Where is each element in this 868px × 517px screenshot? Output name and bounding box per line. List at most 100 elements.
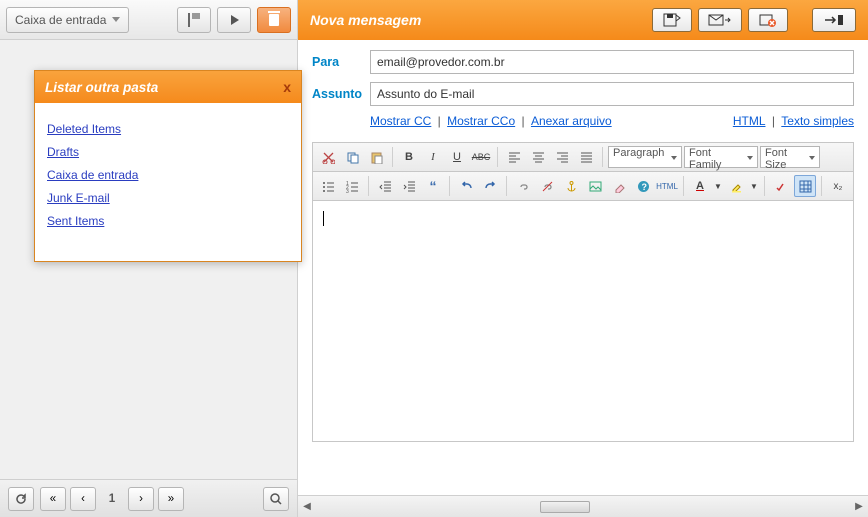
paste-button[interactable] [365, 146, 387, 168]
prev-page-button[interactable]: ‹ [70, 487, 96, 511]
scroll-thumb[interactable] [540, 501, 590, 513]
align-center-button[interactable] [527, 146, 549, 168]
forward-icon [231, 15, 239, 25]
horizontal-scrollbar[interactable]: ◀ ▶ [298, 495, 868, 517]
help-button[interactable]: ? [632, 175, 654, 197]
left-toolbar: Caixa de entrada [0, 0, 297, 40]
folder-link-junk[interactable]: Junk E-mail [47, 191, 289, 205]
strike-button[interactable]: ABC [470, 146, 492, 168]
outdent-icon [379, 180, 392, 193]
editor: B I U ABC Paragraph Font Family Font Siz… [312, 142, 854, 442]
numbered-list-button[interactable]: 123 [341, 175, 363, 197]
collapse-icon [823, 13, 845, 27]
attach-file-link[interactable]: Anexar arquivo [531, 114, 612, 128]
scroll-track[interactable] [316, 498, 850, 516]
forward-button[interactable] [217, 7, 251, 33]
bullet-list-button[interactable] [317, 175, 339, 197]
subscript-icon: x₂ [834, 181, 843, 192]
subscript-button[interactable]: x₂ [827, 175, 849, 197]
align-right-icon [556, 151, 569, 164]
delete-button[interactable] [257, 7, 291, 33]
highlight-dropdown[interactable]: ▼ [749, 175, 759, 197]
folder-select-dropdown[interactable]: Caixa de entrada [6, 7, 129, 33]
outdent-button[interactable] [374, 175, 396, 197]
message-body-editor[interactable] [313, 201, 853, 441]
flag-button[interactable] [177, 7, 211, 33]
spell-icon [775, 180, 788, 193]
cut-icon [322, 151, 335, 164]
align-center-icon [532, 151, 545, 164]
to-input[interactable] [370, 50, 854, 74]
blockquote-button[interactable]: “ [422, 175, 444, 197]
search-button[interactable] [263, 487, 289, 511]
folder-link-deleted[interactable]: Deleted Items [47, 122, 289, 136]
align-left-button[interactable] [503, 146, 525, 168]
show-cc-link[interactable]: Mostrar CC [370, 114, 431, 128]
image-button[interactable] [584, 175, 606, 197]
text-color-button[interactable]: A [689, 175, 711, 197]
font-family-select[interactable]: Font Family [684, 146, 758, 168]
save-draft-button[interactable] [652, 8, 692, 32]
indent-button[interactable] [398, 175, 420, 197]
subject-input[interactable] [370, 82, 854, 106]
scroll-right-button[interactable]: ▶ [850, 501, 868, 512]
envelope-send-icon [708, 13, 732, 27]
copy-icon [346, 151, 359, 164]
underline-button[interactable]: U [446, 146, 468, 168]
anchor-icon [565, 180, 578, 193]
html-mode-link[interactable]: HTML [733, 114, 766, 128]
send-button[interactable] [698, 8, 742, 32]
svg-text:3: 3 [346, 189, 349, 193]
help-icon: ? [637, 180, 650, 193]
bold-button[interactable]: B [398, 146, 420, 168]
cut-button[interactable] [317, 146, 339, 168]
eraser-icon [613, 180, 626, 193]
refresh-button[interactable] [8, 487, 34, 511]
align-left-icon [508, 151, 521, 164]
align-right-button[interactable] [551, 146, 573, 168]
folder-link-drafts[interactable]: Drafts [47, 145, 289, 159]
subject-label: Assunto [312, 87, 370, 101]
left-footer: « ‹ 1 › » [0, 479, 297, 517]
folder-link-sent[interactable]: Sent Items [47, 214, 289, 228]
link-icon [517, 180, 530, 193]
underline-icon: U [453, 151, 461, 163]
highlight-button[interactable] [725, 175, 747, 197]
next-page-button[interactable]: › [128, 487, 154, 511]
collapse-button[interactable] [812, 8, 856, 32]
undo-button[interactable] [455, 175, 477, 197]
folder-list-popup: Listar outra pasta x Deleted Items Draft… [34, 70, 302, 262]
show-bcc-link[interactable]: Mostrar CCo [447, 114, 515, 128]
italic-button[interactable]: I [422, 146, 444, 168]
table-button[interactable] [794, 175, 816, 197]
indent-icon [403, 180, 416, 193]
paragraph-format-select[interactable]: Paragraph [608, 146, 682, 168]
anchor-button[interactable] [560, 175, 582, 197]
font-size-select[interactable]: Font Size [760, 146, 820, 168]
svg-text:?: ? [641, 182, 647, 192]
folder-select-label: Caixa de entrada [15, 13, 106, 27]
link-button[interactable] [512, 175, 534, 197]
folder-link-inbox[interactable]: Caixa de entrada [47, 168, 289, 182]
ul-icon [322, 180, 335, 193]
plaintext-mode-link[interactable]: Texto simples [781, 114, 854, 128]
quote-icon: “ [430, 178, 437, 194]
last-page-button[interactable]: » [158, 487, 184, 511]
popup-close-button[interactable]: x [283, 79, 291, 95]
copy-button[interactable] [341, 146, 363, 168]
highlight-icon [730, 180, 743, 193]
html-source-button[interactable]: HTML [656, 175, 678, 197]
align-justify-button[interactable] [575, 146, 597, 168]
first-page-button[interactable]: « [40, 487, 66, 511]
discard-button[interactable] [748, 8, 788, 32]
text-color-dropdown[interactable]: ▼ [713, 175, 723, 197]
unlink-button[interactable] [536, 175, 558, 197]
discard-icon [759, 13, 777, 27]
spellcheck-button[interactable] [770, 175, 792, 197]
redo-icon [484, 180, 497, 193]
table-icon [799, 180, 812, 193]
scroll-left-button[interactable]: ◀ [298, 501, 316, 512]
italic-icon: I [431, 151, 435, 163]
clear-format-button[interactable] [608, 175, 630, 197]
redo-button[interactable] [479, 175, 501, 197]
